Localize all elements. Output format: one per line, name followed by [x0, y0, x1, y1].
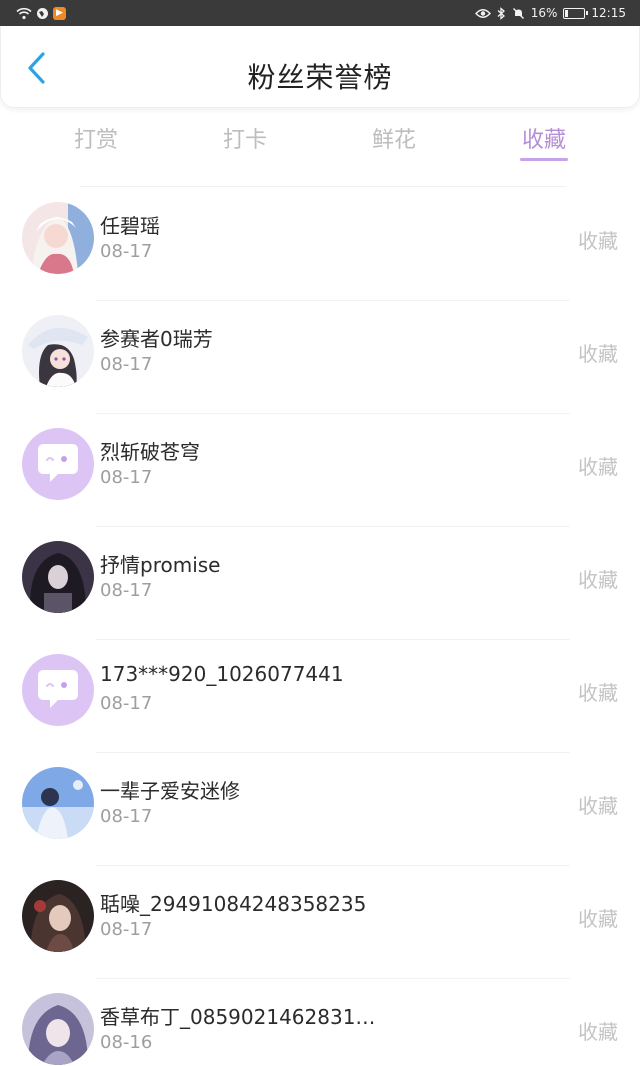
favorite-date: 08-17 [100, 354, 153, 375]
globe-app-icon [36, 7, 49, 20]
header-bar: 粉丝荣誉榜 [0, 26, 640, 108]
list-item[interactable]: 香草布丁_0859021462831… 08-16 收藏 [0, 979, 640, 1066]
tab-favorites[interactable]: 收藏 [499, 122, 589, 154]
favorite-date: 08-17 [100, 806, 153, 827]
blue-sky-figure-avatar-icon [22, 767, 94, 839]
tab-flowers[interactable]: 鲜花 [349, 122, 439, 154]
clock: 12:15 [591, 6, 626, 20]
page-title: 粉丝荣誉榜 [247, 61, 393, 94]
favorite-label: 收藏 [578, 681, 618, 705]
avatar[interactable] [22, 654, 94, 726]
favorite-date: 08-16 [100, 1032, 153, 1053]
tab-reward[interactable]: 打赏 [51, 122, 141, 154]
favorite-label: 收藏 [578, 342, 618, 366]
favorite-date: 08-17 [100, 580, 153, 601]
list-item[interactable]: 173***920_1026077441 08-17 收藏 [0, 640, 640, 753]
user-name: 一辈子爱安迷修 [100, 779, 240, 803]
anime-girl-pink-avatar-icon [22, 202, 94, 274]
favorite-label: 收藏 [578, 794, 618, 818]
favorite-label: 收藏 [578, 229, 618, 253]
favorite-date: 08-17 [100, 919, 153, 940]
purple-anime-girl-avatar-icon [22, 993, 94, 1065]
eye-icon [474, 8, 491, 19]
active-tab-indicator [520, 158, 568, 161]
favorite-label: 收藏 [578, 568, 618, 592]
avatar[interactable] [22, 993, 94, 1065]
favorite-date: 08-17 [100, 241, 153, 262]
user-name: 173***920_1026077441 [100, 662, 344, 686]
dark-portrait-avatar-icon [22, 880, 94, 952]
status-bar: ▶ 16% 12:15 [0, 0, 640, 26]
list-top-divider [80, 186, 566, 187]
user-name: 烈斩破苍穹 [100, 440, 200, 464]
list-item[interactable]: 一辈子爱安迷修 08-17 收藏 [0, 753, 640, 866]
dark-anime-girl-avatar-icon [22, 541, 94, 613]
anime-girl-hat-avatar-icon [22, 315, 94, 387]
notification-app-icon: ▶ [53, 6, 66, 20]
list-item[interactable]: 参赛者0瑞芳 08-17 收藏 [0, 301, 640, 414]
avatar[interactable] [22, 428, 94, 500]
chat-bubble-avatar-icon [22, 654, 94, 726]
avatar[interactable] [22, 202, 94, 274]
user-name: 聒噪_29491084248358235 [100, 892, 367, 916]
list-item[interactable]: 烈斩破苍穹 08-17 收藏 [0, 414, 640, 527]
avatar[interactable] [22, 880, 94, 952]
status-right: 16% 12:15 [474, 0, 626, 26]
chat-bubble-avatar-icon [22, 428, 94, 500]
favorite-date: 08-17 [100, 467, 153, 488]
battery-percent: 16% [530, 6, 558, 20]
user-name: 抒情promise [100, 553, 221, 577]
battery-icon [563, 7, 589, 19]
avatar[interactable] [22, 315, 94, 387]
favorite-label: 收藏 [578, 455, 618, 479]
battery-fill [565, 9, 569, 17]
favorite-label: 收藏 [578, 907, 618, 931]
status-left: ▶ [16, 5, 66, 21]
list-item[interactable]: 聒噪_29491084248358235 08-17 收藏 [0, 866, 640, 979]
user-name: 任碧瑶 [100, 214, 160, 238]
favorite-date: 08-17 [100, 693, 153, 714]
mute-bell-icon [512, 7, 525, 20]
avatar[interactable] [22, 767, 94, 839]
favorite-label: 收藏 [578, 1020, 618, 1044]
list-item[interactable]: 抒情promise 08-17 收藏 [0, 527, 640, 640]
tab-checkin[interactable]: 打卡 [200, 122, 290, 154]
bluetooth-icon [497, 6, 506, 20]
fan-list: 任碧瑶 08-17 收藏 参赛者0瑞芳 08-17 收藏 烈斩破苍穹 08-17… [0, 188, 640, 1066]
user-name: 参赛者0瑞芳 [100, 327, 213, 351]
list-item[interactable]: 任碧瑶 08-17 收藏 [0, 188, 640, 301]
avatar[interactable] [22, 541, 94, 613]
wifi-icon [16, 7, 32, 20]
user-name: 香草布丁_0859021462831… [100, 1005, 376, 1029]
tab-bar: 打赏 打卡 鲜花 收藏 [0, 116, 640, 168]
